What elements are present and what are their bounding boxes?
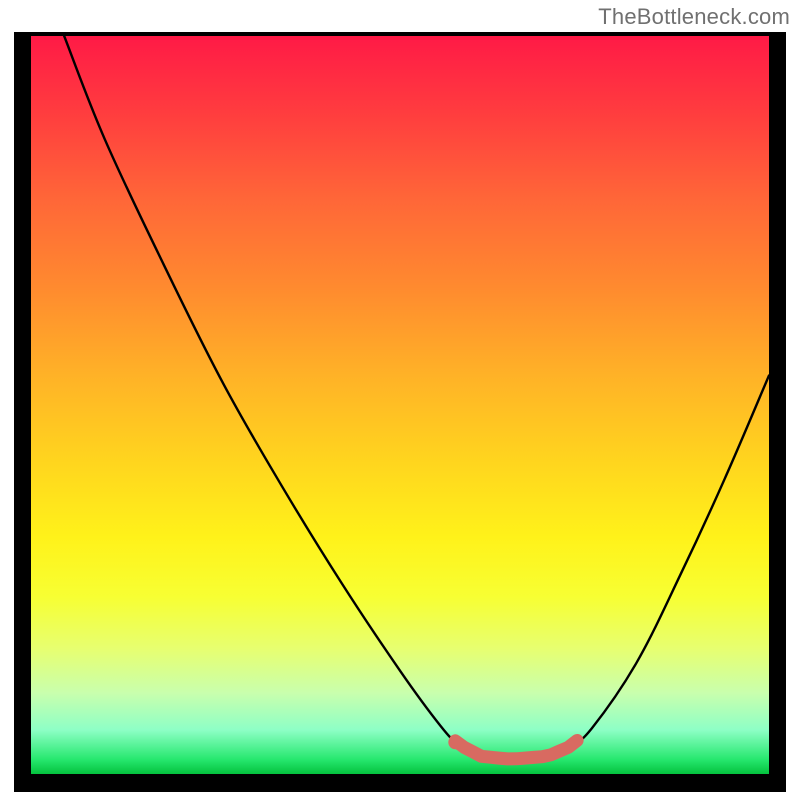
optimal-point-dot: [448, 735, 462, 749]
plot-area: [31, 36, 769, 774]
optimal-range-marker: [455, 741, 577, 759]
plot-frame: [14, 32, 786, 792]
attribution-text: TheBottleneck.com: [598, 4, 790, 30]
bottleneck-curve: [64, 36, 769, 759]
curve-layer: [31, 36, 769, 774]
